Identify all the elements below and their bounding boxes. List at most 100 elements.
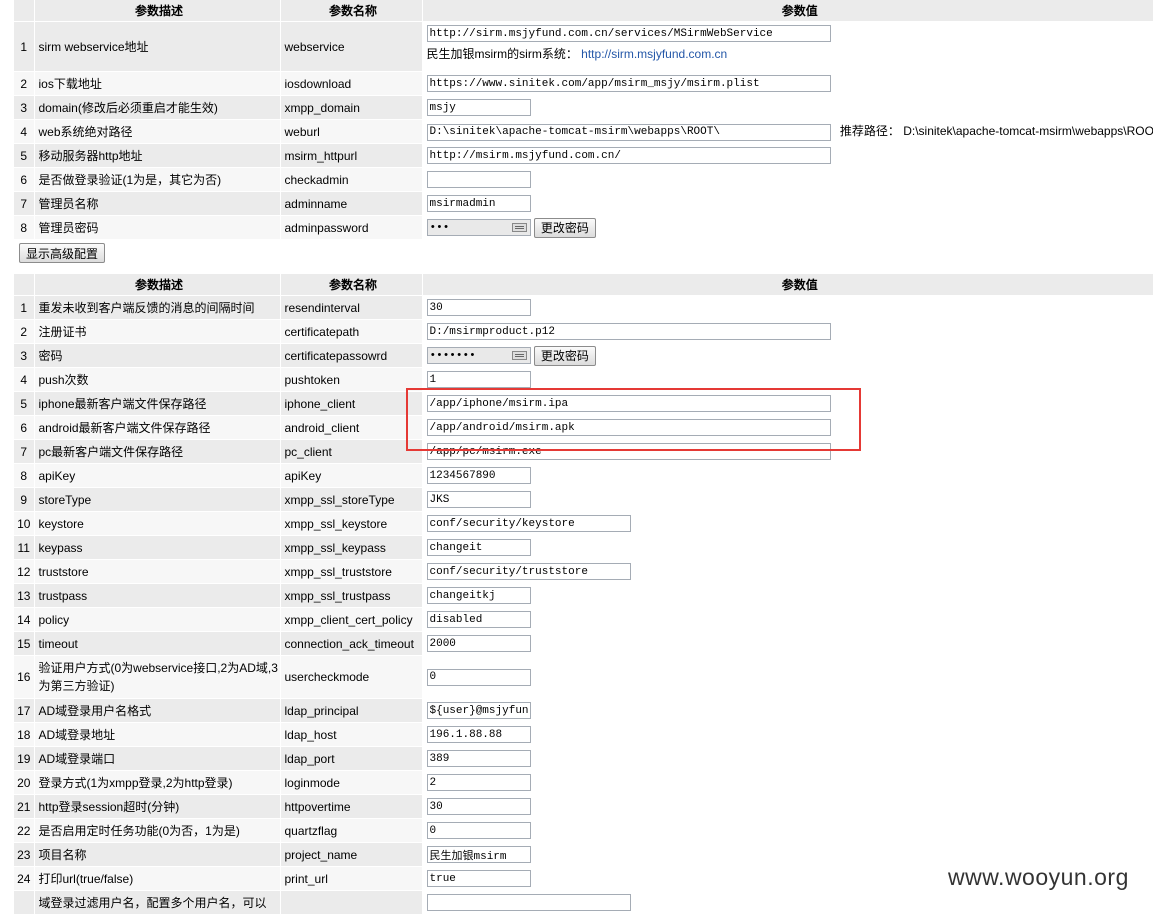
keyboard-icon[interactable] <box>511 223 527 232</box>
param-name: iphone_client <box>280 391 423 416</box>
webservice-input[interactable] <box>426 25 831 42</box>
param-value-cell <box>422 770 1153 795</box>
row-number: 2 <box>14 319 35 344</box>
param-name: xmpp_client_cert_policy <box>280 607 423 632</box>
usercheckmode-input[interactable] <box>426 668 531 686</box>
table-row: 15 timeout connection_ack_timeout <box>14 631 1153 656</box>
row-number: 7 <box>14 439 35 464</box>
weburl-input[interactable] <box>426 123 831 141</box>
param-desc: ios下载地址 <box>34 71 281 96</box>
param-value-cell: 更改密码 <box>422 215 1153 240</box>
resendinterval-input[interactable] <box>426 299 531 316</box>
param-name: xmpp_ssl_keypass <box>280 535 423 560</box>
param-value-cell <box>422 319 1153 344</box>
certificatepath-input[interactable] <box>426 323 831 340</box>
iosdownload-input[interactable] <box>426 75 831 92</box>
param-value-header: 参数值 <box>422 274 1153 296</box>
param-desc: AD域登录地址 <box>34 722 281 747</box>
xmpp-ssl-trustpass-input[interactable] <box>426 587 531 604</box>
param-desc: android最新客户端文件保存路径 <box>34 415 281 440</box>
param-value-cell: 民生加银msirm的sirm系统： http://sirm.msjyfund.c… <box>422 21 1153 72</box>
param-value-cell <box>422 631 1153 656</box>
param-desc: keystore <box>34 511 281 536</box>
param-name: adminname <box>280 191 423 216</box>
table-row: 21 http登录session超时(分钟) httpovertime <box>14 794 1153 819</box>
table-row: 19 AD域登录端口 ldap_port <box>14 746 1153 771</box>
ldap-principal-input[interactable] <box>426 702 531 719</box>
apikey-input[interactable] <box>426 467 531 484</box>
adminname-input[interactable] <box>426 195 531 212</box>
param-name: weburl <box>280 119 423 144</box>
change-password-button[interactable]: 更改密码 <box>533 345 596 366</box>
iphone-client-input[interactable] <box>426 395 831 412</box>
row-number: 6 <box>14 167 35 192</box>
param-desc: truststore <box>34 559 281 584</box>
quartzflag-input[interactable] <box>426 822 531 839</box>
param-value-cell <box>422 511 1153 536</box>
param-value-cell: 推荐路径： D:\sinitek\apache-tomcat-msirm\web… <box>422 119 1153 144</box>
param-desc: AD域登录用户名格式 <box>34 698 281 723</box>
row-number: 24 <box>14 866 35 891</box>
row-number: 7 <box>14 191 35 216</box>
param-value-cell <box>422 607 1153 632</box>
xmpp-domain-input[interactable] <box>426 99 531 116</box>
watermark: www.wooyun.org <box>948 864 1129 890</box>
param-name: iosdownload <box>280 71 423 96</box>
table-row: 7 管理员名称 adminname <box>14 191 1153 216</box>
param-name: ldap_principal <box>280 698 423 723</box>
table-row: 5 移动服务器http地址 msirm_httpurl <box>14 143 1153 168</box>
password-wrapper <box>426 347 531 364</box>
msirm-httpurl-input[interactable] <box>426 147 831 164</box>
param-value-cell <box>422 191 1153 216</box>
param-name: certificatepath <box>280 319 423 344</box>
param-name: loginmode <box>280 770 423 795</box>
param-desc: web系统绝对路径 <box>34 119 281 144</box>
param-desc: iphone最新客户端文件保存路径 <box>34 391 281 416</box>
table-row: 9 storeType xmpp_ssl_storeType <box>14 487 1153 512</box>
param-name: webservice <box>280 21 423 72</box>
row-number: 1 <box>14 21 35 72</box>
extra-input[interactable] <box>426 894 631 911</box>
param-desc: 项目名称 <box>34 842 281 867</box>
httpovertime-input[interactable] <box>426 798 531 815</box>
table-row: 17 AD域登录用户名格式 ldap_principal <box>14 698 1153 723</box>
row-number: 12 <box>14 559 35 584</box>
param-desc: 打印url(true/false) <box>34 866 281 891</box>
xmpp-ssl-storetype-input[interactable] <box>426 491 531 508</box>
row-number: 5 <box>14 143 35 168</box>
param-value-cell <box>422 71 1153 96</box>
project-name-input[interactable] <box>426 846 531 863</box>
param-name: project_name <box>280 842 423 867</box>
table-row: 域登录过滤用户名，配置多个用户名，可以 <box>14 890 1153 915</box>
loginmode-input[interactable] <box>426 774 531 791</box>
print-url-input[interactable] <box>426 870 531 887</box>
param-desc: pc最新客户端文件保存路径 <box>34 439 281 464</box>
ldap-port-input[interactable] <box>426 750 531 767</box>
xmpp-ssl-keystore-input[interactable] <box>426 515 631 532</box>
table-row: 10 keystore xmpp_ssl_keystore <box>14 511 1153 536</box>
table-row: 1 sirm webservice地址 webservice 民生加银msirm… <box>14 21 1153 72</box>
row-number: 8 <box>14 215 35 240</box>
checkadmin-input[interactable] <box>426 171 531 188</box>
xmpp-client-cert-policy-input[interactable] <box>426 611 531 628</box>
ldap-host-input[interactable] <box>426 726 531 743</box>
show-advanced-config-button[interactable]: 显示高级配置 <box>19 243 106 263</box>
change-password-button[interactable]: 更改密码 <box>533 217 596 238</box>
basic-config-table: 参数描述 参数名称 参数值 1 sirm webservice地址 webser… <box>14 0 1153 240</box>
param-name: msirm_httpurl <box>280 143 423 168</box>
param-desc: push次数 <box>34 367 281 392</box>
param-value-cell <box>422 655 1153 699</box>
param-value-cell <box>422 698 1153 723</box>
keyboard-icon[interactable] <box>511 351 527 360</box>
param-value-cell <box>422 487 1153 512</box>
connection-ack-timeout-input[interactable] <box>426 635 531 652</box>
android-client-input[interactable] <box>426 419 831 436</box>
sirm-system-link[interactable]: http://sirm.msjyfund.com.cn <box>581 47 727 61</box>
param-desc: AD域登录端口 <box>34 746 281 771</box>
pc-client-input[interactable] <box>426 443 831 460</box>
row-number: 16 <box>14 655 35 699</box>
xmpp-ssl-keypass-input[interactable] <box>426 539 531 556</box>
pushtoken-input[interactable] <box>426 371 531 388</box>
param-value-cell <box>422 722 1153 747</box>
xmpp-ssl-truststore-input[interactable] <box>426 563 631 580</box>
